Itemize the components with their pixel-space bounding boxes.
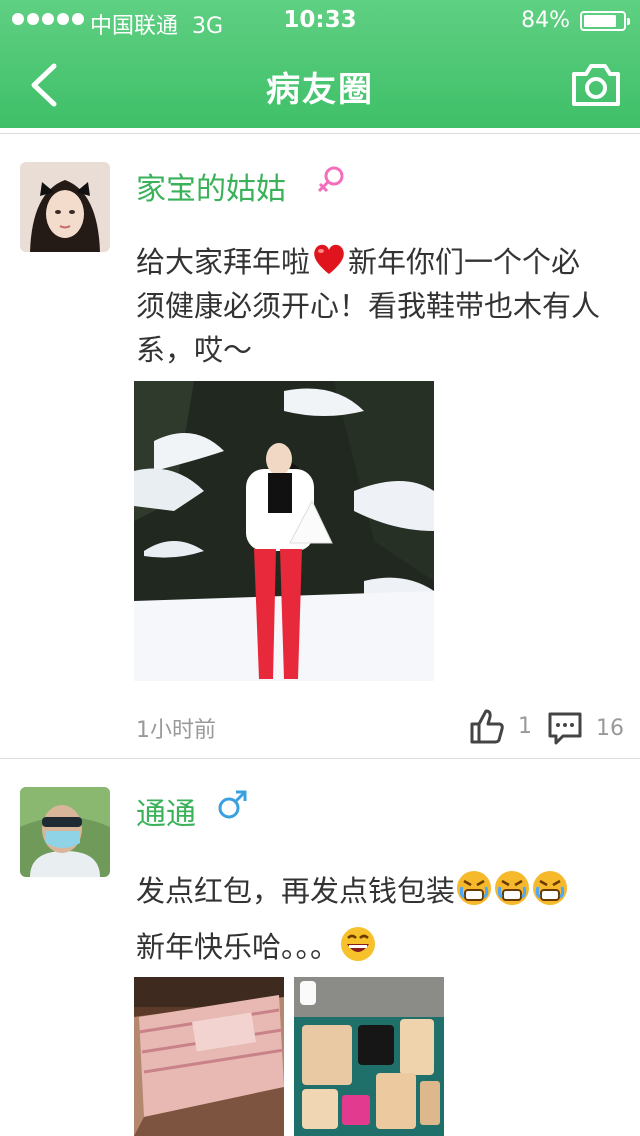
comment-count: 16	[596, 715, 624, 741]
comment-icon	[548, 712, 582, 745]
post-username[interactable]: 家宝的姑姑	[136, 164, 286, 208]
male-gender-icon	[218, 790, 247, 819]
crying-face-icon	[457, 871, 492, 905]
crying-face-icon	[533, 871, 568, 905]
camera-button[interactable]	[570, 60, 622, 108]
post-time: 1小时前	[136, 718, 216, 743]
avatar[interactable]	[20, 162, 110, 252]
camera-icon	[572, 64, 620, 106]
status-bar: 中国联通 3G 10:33 84%	[0, 0, 640, 40]
top-bar: 中国联通 3G 10:33 84% 病友圈	[0, 0, 640, 128]
avatar[interactable]	[20, 787, 110, 877]
battery-percent: 84%	[521, 8, 570, 33]
heart-icon	[314, 244, 344, 274]
battery-icon	[580, 11, 630, 31]
post-photo[interactable]	[134, 381, 434, 681]
back-button[interactable]	[22, 60, 66, 110]
snow-portrait-photo	[134, 381, 434, 681]
post-text: 给大家拜年啦 新年你们一个个必须健康必须开心！看我鞋带也木有人系，哎～	[136, 240, 606, 372]
thumbs-up-icon	[470, 709, 504, 744]
post-card: 通通 发点红包，再发点钱包装 新年快乐哈。。。	[0, 759, 640, 1136]
leather-wallets-photo	[294, 977, 444, 1136]
post-username[interactable]: 通通	[136, 789, 196, 833]
chevron-left-icon	[31, 63, 57, 107]
crying-face-icon	[495, 871, 530, 905]
post-card: 家宝的姑姑 给大家拜年啦 新年你们一个个必须健康必须开心！看我鞋带也木有人系，哎～…	[0, 134, 640, 758]
post-photo[interactable]	[134, 977, 284, 1136]
like-count: 1	[518, 713, 532, 739]
laughing-face-icon	[341, 927, 376, 961]
like-button[interactable]: 1	[470, 706, 532, 746]
post-text: 发点红包，再发点钱包装 新年快乐哈。。。	[136, 863, 606, 975]
page-title: 病友圈	[266, 70, 374, 110]
post-photo[interactable]	[294, 977, 444, 1136]
comment-button[interactable]: 16	[548, 708, 624, 748]
female-gender-icon	[317, 166, 344, 193]
banknotes-photo	[134, 977, 284, 1136]
